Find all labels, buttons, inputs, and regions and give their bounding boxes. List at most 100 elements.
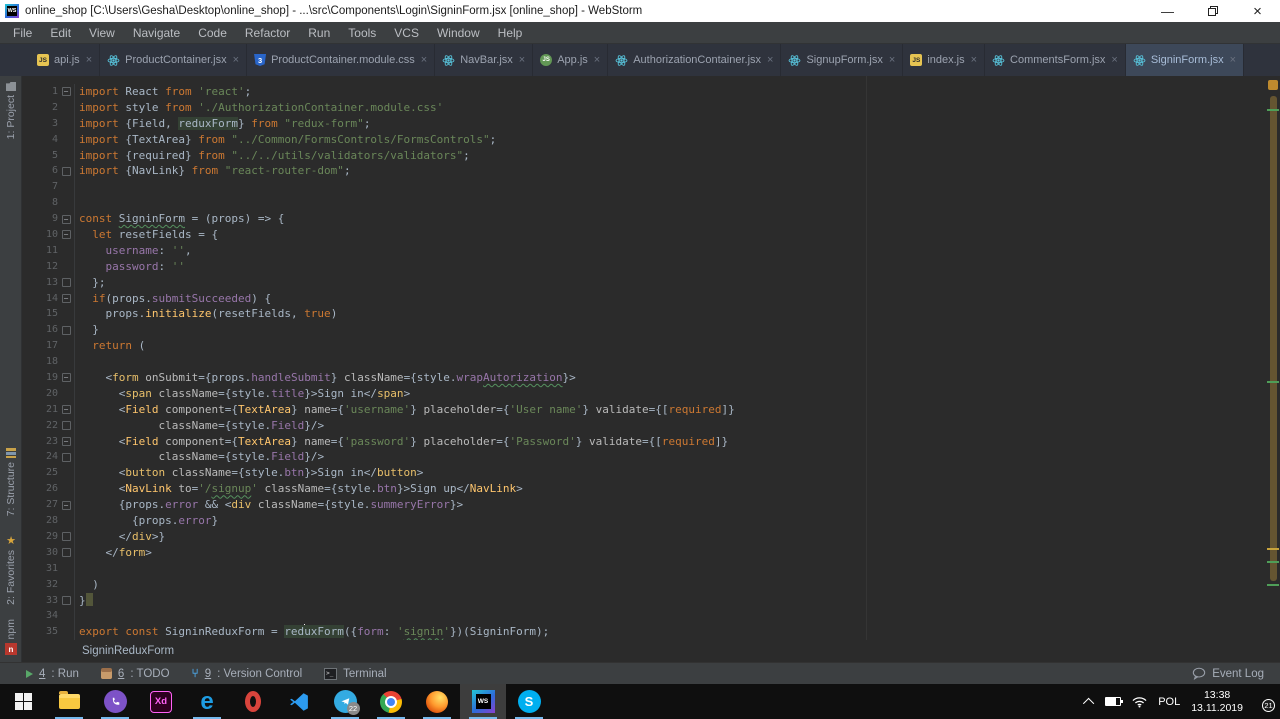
menu-refactor[interactable]: Refactor <box>236 26 299 40</box>
code-line-14[interactable]: 14− if(props.submitSucceeded) { <box>22 290 1266 307</box>
tool-button-structure[interactable]: 7: Structure <box>0 448 22 516</box>
tab-close-icon[interactable]: × <box>971 54 977 66</box>
event-log-button[interactable]: Event Log <box>1192 667 1264 680</box>
code-line-5[interactable]: 5 import {required} from "../../utils/val… <box>22 147 1266 164</box>
tab-close-icon[interactable]: × <box>767 54 773 66</box>
taskbar-vscode[interactable] <box>276 684 322 719</box>
code-line-4[interactable]: 4 import {TextArea} from "../Common/Forms… <box>22 131 1266 148</box>
tab-SignupForm.jsx[interactable]: SignupForm.jsx × <box>781 44 904 76</box>
menu-code[interactable]: Code <box>189 26 236 40</box>
taskbar-adobe-xd[interactable]: Xd <box>138 684 184 719</box>
action-center-button[interactable]: 21 <box>1254 694 1275 712</box>
code-line-23[interactable]: 23− <Field component={TextArea} name={'p… <box>22 433 1266 450</box>
tab-close-icon[interactable]: × <box>421 54 427 66</box>
tool-window-terminal[interactable]: >_ Terminal <box>324 667 387 680</box>
code-line-2[interactable]: 2 import style from './AuthorizationConta… <box>22 99 1266 116</box>
menu-window[interactable]: Window <box>428 26 489 40</box>
fold-end-icon[interactable] <box>61 278 71 288</box>
fold-collapse-icon[interactable]: − <box>61 87 71 97</box>
code-line-31[interactable]: 31 <box>22 560 1266 577</box>
code-line-20[interactable]: 20 <span className={style.title}>Sign in… <box>22 385 1266 402</box>
tab-ProductContainer.jsx[interactable]: ProductContainer.jsx × <box>100 44 248 76</box>
tab-ProductContainer.module.css[interactable]: 3 ProductContainer.module.css × <box>247 44 436 76</box>
code-line-17[interactable]: 17 return ( <box>22 338 1266 355</box>
code-line-28[interactable]: 28 {props.error} <box>22 513 1266 529</box>
code-line-1[interactable]: 1− import React from 'react'; <box>22 84 1266 100</box>
tab-close-icon[interactable]: × <box>233 54 239 66</box>
code-line-6[interactable]: 6 import {NavLink} from "react-router-dom… <box>22 163 1266 180</box>
code-line-9[interactable]: 9− const SigninForm = (props) => { <box>22 211 1266 228</box>
taskbar-chrome[interactable] <box>368 684 414 719</box>
code-line-33[interactable]: 33} <box>22 592 1266 609</box>
tool-window-todo[interactable]: 6TODO <box>100 668 170 680</box>
tab-App.js[interactable]: JS App.js × <box>533 44 609 76</box>
scrollbar-thumb[interactable] <box>1270 96 1277 581</box>
menu-tools[interactable]: Tools <box>339 26 385 40</box>
menu-vcs[interactable]: VCS <box>385 26 428 40</box>
fold-collapse-icon[interactable]: − <box>61 230 71 240</box>
code-line-15[interactable]: 15 props.initialize(resetFields, true) <box>22 306 1266 323</box>
code-line-8[interactable]: 8 <box>22 195 1266 212</box>
code-line-32[interactable]: 32 ) <box>22 576 1266 593</box>
taskbar-skype[interactable]: S <box>506 684 552 719</box>
taskbar-opera[interactable] <box>230 684 276 719</box>
tab-index.js[interactable]: JS index.js × <box>903 44 986 76</box>
code-line-3[interactable]: 3 import {Field, reduxForm} from "redux-f… <box>22 115 1266 132</box>
fold-collapse-icon[interactable]: − <box>61 373 71 383</box>
error-stripe-scrollbar[interactable] <box>1266 76 1280 640</box>
minimize-button[interactable]: — <box>1145 0 1190 22</box>
fold-end-icon[interactable] <box>61 166 71 176</box>
tab-close-icon[interactable]: × <box>519 54 525 66</box>
code-line-16[interactable]: 16 } <box>22 322 1266 339</box>
tab-NavBar.jsx[interactable]: NavBar.jsx × <box>435 44 534 76</box>
taskbar-explorer[interactable] <box>46 684 92 719</box>
tab-close-icon[interactable]: × <box>1230 54 1236 66</box>
fold-end-icon[interactable] <box>61 452 71 462</box>
tab-close-icon[interactable]: × <box>889 54 895 66</box>
taskbar-webstorm[interactable]: WS <box>460 684 506 719</box>
code-line-27[interactable]: 27− {props.error && <div className={styl… <box>22 497 1266 514</box>
menu-run[interactable]: Run <box>299 26 339 40</box>
code-line-25[interactable]: 25 <button className={style.btn}>Sign in… <box>22 465 1266 482</box>
code-line-18[interactable]: 18 <box>22 354 1266 371</box>
fold-collapse-icon[interactable]: − <box>61 214 71 224</box>
fold-end-icon[interactable] <box>61 325 71 335</box>
menu-help[interactable]: Help <box>489 26 532 40</box>
inspection-indicator[interactable] <box>1268 80 1278 90</box>
code-line-34[interactable]: 34 <box>22 608 1266 625</box>
fold-end-icon[interactable] <box>61 421 71 431</box>
menu-file[interactable]: File <box>4 26 41 40</box>
code-line-26[interactable]: 26 <NavLink to='/signup' className={styl… <box>22 481 1266 498</box>
breadcrumb-item[interactable]: SigninReduxForm <box>82 645 174 657</box>
menu-edit[interactable]: Edit <box>41 26 80 40</box>
tool-window-version-control[interactable]: ⑂ 9Version Control <box>192 667 303 680</box>
taskbar-firefox[interactable] <box>414 684 460 719</box>
tab-close-icon[interactable]: × <box>594 54 600 66</box>
breadcrumb[interactable]: SigninReduxForm <box>22 640 1280 662</box>
taskbar-telegram[interactable]: 22 <box>322 684 368 719</box>
keyboard-language[interactable]: POL <box>1158 696 1180 708</box>
fold-end-icon[interactable] <box>61 548 71 558</box>
code-line-29[interactable]: 29 </div>} <box>22 528 1266 545</box>
tool-window-run[interactable]: 4Run <box>26 668 79 680</box>
tab-close-icon[interactable]: × <box>86 54 92 66</box>
fold-collapse-icon[interactable]: − <box>61 294 71 304</box>
code-line-13[interactable]: 13 }; <box>22 274 1266 291</box>
tab-api.js[interactable]: JS api.js × <box>30 44 101 76</box>
start-button[interactable] <box>0 684 46 719</box>
taskbar-edge[interactable]: e <box>184 684 230 719</box>
code-line-7[interactable]: 7 <box>22 179 1266 196</box>
fold-collapse-icon[interactable]: − <box>61 405 71 415</box>
tool-button-npm[interactable]: npm n <box>0 619 22 656</box>
code-line-22[interactable]: 22 className={style.Field}/> <box>22 417 1266 434</box>
tab-close-icon[interactable]: × <box>1111 54 1117 66</box>
tab-AuthorizationContainer.jsx[interactable]: AuthorizationContainer.jsx × <box>608 44 782 76</box>
code-line-12[interactable]: 12 password: '' <box>22 258 1266 275</box>
code-line-24[interactable]: 24 className={style.Field}/> <box>22 449 1266 466</box>
battery-icon[interactable] <box>1105 697 1124 706</box>
code-line-19[interactable]: 19− <form onSubmit={props.handleSubmit} … <box>22 370 1266 386</box>
tool-button-favorites[interactable]: ★ 2: Favorites <box>0 536 22 605</box>
fold-collapse-icon[interactable]: − <box>61 500 71 510</box>
fold-end-icon[interactable] <box>61 532 71 542</box>
restore-button[interactable] <box>1190 0 1235 22</box>
